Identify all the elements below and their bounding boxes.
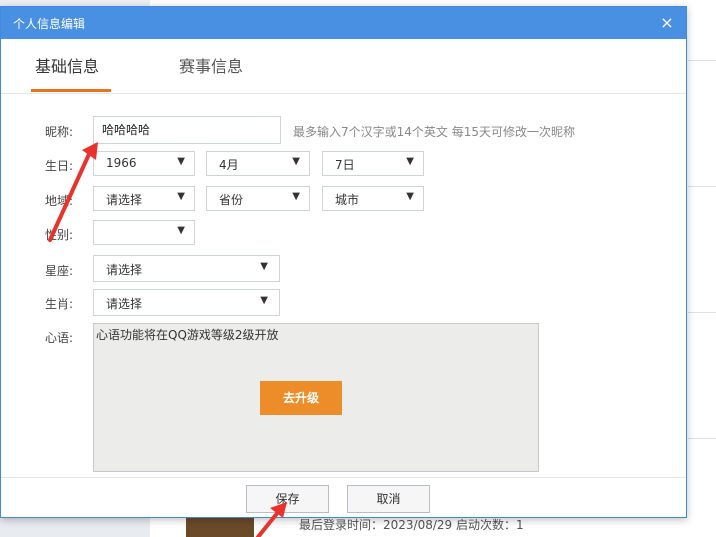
background-divider <box>688 60 716 61</box>
heart-placeholder: 心语功能将在QQ游戏等级2级开放 <box>96 328 279 342</box>
heart-textarea[interactable]: 心语功能将在QQ游戏等级2级开放 去升级 <box>93 323 539 472</box>
dialog-titlebar: 个人信息编辑 × <box>1 7 686 39</box>
region-province-value: 省份 <box>219 193 244 207</box>
gender-select[interactable]: ▼ <box>93 220 195 245</box>
active-tab-indicator <box>31 89 111 92</box>
chevron-down-icon: ▼ <box>260 261 268 272</box>
footer-divider <box>1 477 686 478</box>
tab-match-info[interactable]: 赛事信息 <box>179 53 243 77</box>
chevron-down-icon: ▼ <box>406 191 414 202</box>
nickname-label: 昵称: <box>45 125 74 139</box>
chevron-down-icon: ▼ <box>292 191 300 202</box>
tab-bar: 基础信息 赛事信息 <box>1 39 686 94</box>
region-country-select[interactable]: 请选择 ▼ <box>93 186 195 211</box>
background-divider <box>688 186 716 187</box>
close-icon[interactable]: × <box>656 12 678 34</box>
chevron-down-icon: ▼ <box>177 191 185 202</box>
birthday-year-select[interactable]: 1966 ▼ <box>93 151 195 176</box>
gender-label: 性别: <box>45 228 74 242</box>
region-city-select[interactable]: 城市 ▼ <box>322 186 424 211</box>
tab-basic-info[interactable]: 基础信息 <box>35 53 99 77</box>
birthday-year-value: 1966 <box>106 156 137 170</box>
upgrade-button[interactable]: 去升级 <box>260 381 342 415</box>
profile-edit-dialog: 个人信息编辑 × 基础信息 赛事信息 昵称: 哈哈哈哈 最多输入7个汉字或14个… <box>0 6 687 518</box>
chevron-down-icon: ▼ <box>406 156 414 167</box>
constellation-select[interactable]: 请选择 ▼ <box>93 255 280 282</box>
birthday-month-value: 4月 <box>219 158 239 172</box>
nickname-hint: 最多输入7个汉字或14个英文 每15天可修改一次昵称 <box>293 125 575 139</box>
birthday-month-select[interactable]: 4月 ▼ <box>206 151 310 176</box>
region-city-value: 城市 <box>335 193 360 207</box>
background-login-info: 最后登录时间：2023/08/29 启动次数：1 <box>299 518 524 532</box>
save-button[interactable]: 保存 <box>246 485 329 513</box>
chevron-down-icon: ▼ <box>177 156 185 167</box>
chevron-down-icon: ▼ <box>260 295 268 306</box>
birthday-day-value: 7日 <box>335 158 355 172</box>
region-province-select[interactable]: 省份 ▼ <box>206 186 310 211</box>
background-divider <box>688 438 716 439</box>
birthday-label: 生日: <box>45 159 74 173</box>
chevron-down-icon: ▼ <box>177 225 185 236</box>
birthday-day-select[interactable]: 7日 ▼ <box>322 151 424 176</box>
cancel-button[interactable]: 取消 <box>347 485 430 513</box>
region-label: 地域: <box>45 194 74 208</box>
chevron-down-icon: ▼ <box>292 156 300 167</box>
background-divider <box>688 312 716 313</box>
dialog-title: 个人信息编辑 <box>13 17 86 31</box>
zodiac-label: 生肖: <box>45 297 74 311</box>
zodiac-value: 请选择 <box>106 297 143 311</box>
constellation-label: 星座: <box>45 264 74 278</box>
constellation-value: 请选择 <box>106 263 143 277</box>
zodiac-select[interactable]: 请选择 ▼ <box>93 289 280 316</box>
nickname-input[interactable]: 哈哈哈哈 <box>93 116 281 144</box>
heart-label: 心语: <box>45 331 74 345</box>
region-country-value: 请选择 <box>106 193 143 207</box>
